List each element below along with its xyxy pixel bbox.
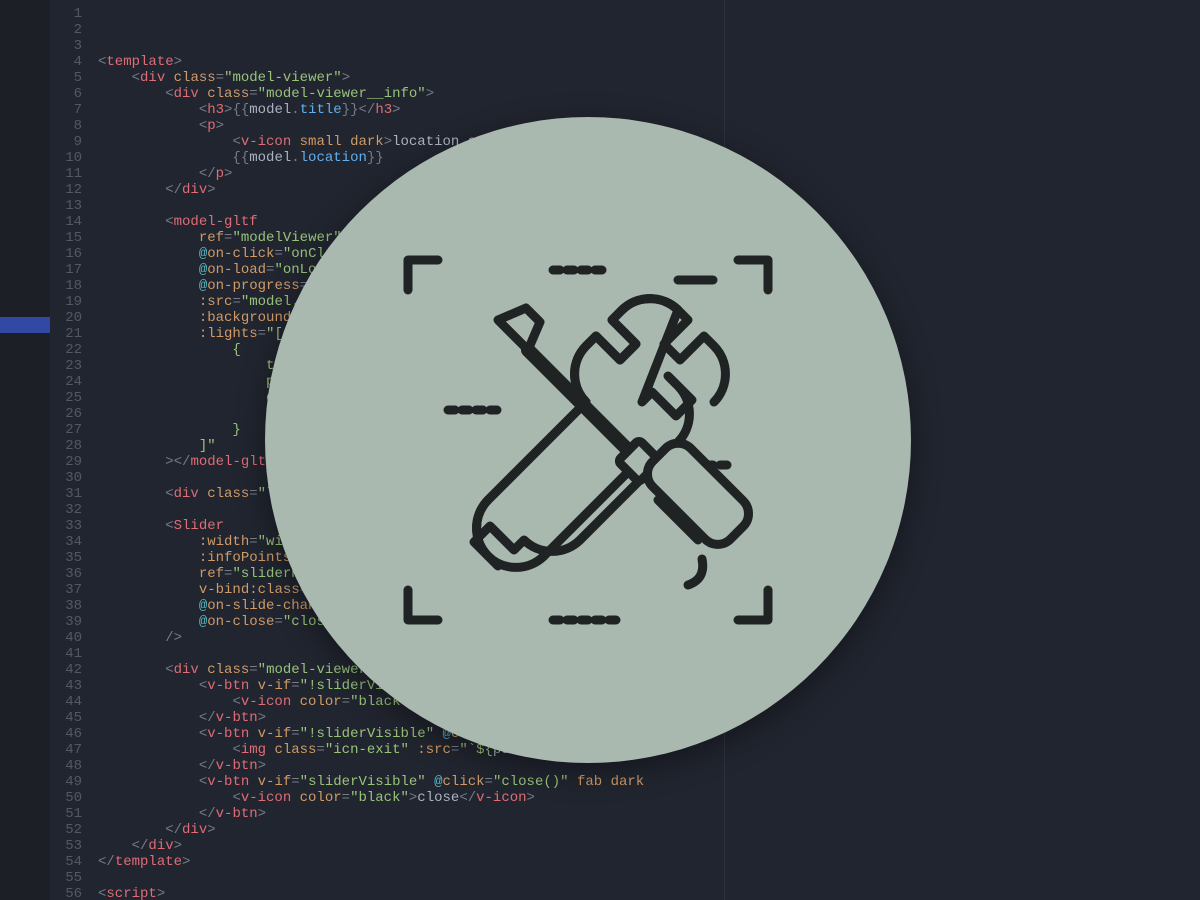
line-number: 44	[50, 694, 82, 710]
activity-bar-marker	[0, 317, 50, 333]
line-number: 49	[50, 774, 82, 790]
line-number: 9	[50, 134, 82, 150]
line-number: 23	[50, 358, 82, 374]
line-number: 40	[50, 630, 82, 646]
line-number: 35	[50, 550, 82, 566]
line-number: 11	[50, 166, 82, 182]
line-number: 45	[50, 710, 82, 726]
editor-root: 1234567891011121314151617181920212223242…	[0, 0, 1200, 900]
line-number: 28	[50, 438, 82, 454]
tools-icon	[378, 230, 798, 650]
line-number: 8	[50, 118, 82, 134]
line-number: 36	[50, 566, 82, 582]
code-line[interactable]: </v-btn>	[98, 806, 1200, 822]
line-number: 51	[50, 806, 82, 822]
line-number: 30	[50, 470, 82, 486]
line-number: 43	[50, 678, 82, 694]
code-line[interactable]: </template>	[98, 854, 1200, 870]
line-number-gutter: 1234567891011121314151617181920212223242…	[50, 0, 92, 900]
line-number: 16	[50, 246, 82, 262]
activity-bar[interactable]	[0, 0, 50, 900]
code-line[interactable]: </v-btn>	[98, 758, 1200, 774]
line-number: 50	[50, 790, 82, 806]
line-number: 19	[50, 294, 82, 310]
line-number: 1	[50, 6, 82, 22]
line-number: 3	[50, 38, 82, 54]
line-number: 2	[50, 22, 82, 38]
code-line[interactable]: <div class="model-viewer__info">	[98, 86, 1200, 102]
line-number: 34	[50, 534, 82, 550]
line-number: 31	[50, 486, 82, 502]
line-number: 39	[50, 614, 82, 630]
tools-overlay-badge	[265, 117, 911, 763]
code-line[interactable]	[98, 870, 1200, 886]
line-number: 5	[50, 70, 82, 86]
code-line[interactable]: </div>	[98, 822, 1200, 838]
line-number: 54	[50, 854, 82, 870]
line-number: 42	[50, 662, 82, 678]
line-number: 32	[50, 502, 82, 518]
line-number: 56	[50, 886, 82, 900]
line-number: 17	[50, 262, 82, 278]
line-number: 21	[50, 326, 82, 342]
line-number: 25	[50, 390, 82, 406]
line-number: 53	[50, 838, 82, 854]
code-line[interactable]: <v-btn v-if="sliderVisible" @click="clos…	[98, 774, 1200, 790]
line-number: 14	[50, 214, 82, 230]
code-line[interactable]: <div class="model-viewer">	[98, 70, 1200, 86]
line-number: 18	[50, 278, 82, 294]
line-number: 13	[50, 198, 82, 214]
code-line[interactable]: <script>	[98, 886, 1200, 900]
code-line[interactable]: </div>	[98, 838, 1200, 854]
line-number: 4	[50, 54, 82, 70]
line-number: 29	[50, 454, 82, 470]
line-number: 41	[50, 646, 82, 662]
line-number: 47	[50, 742, 82, 758]
line-number: 12	[50, 182, 82, 198]
line-number: 52	[50, 822, 82, 838]
code-line[interactable]: <template>	[98, 54, 1200, 70]
line-number: 37	[50, 582, 82, 598]
line-number: 15	[50, 230, 82, 246]
code-line[interactable]: <h3>{{model.title}}</h3>	[98, 102, 1200, 118]
line-number: 6	[50, 86, 82, 102]
line-number: 27	[50, 422, 82, 438]
line-number: 26	[50, 406, 82, 422]
line-number: 55	[50, 870, 82, 886]
line-number: 48	[50, 758, 82, 774]
line-number: 46	[50, 726, 82, 742]
line-number: 20	[50, 310, 82, 326]
line-number: 33	[50, 518, 82, 534]
line-number: 10	[50, 150, 82, 166]
code-line[interactable]: <v-icon color="black">close</v-icon>	[98, 790, 1200, 806]
line-number: 7	[50, 102, 82, 118]
line-number: 24	[50, 374, 82, 390]
line-number: 38	[50, 598, 82, 614]
line-number: 22	[50, 342, 82, 358]
